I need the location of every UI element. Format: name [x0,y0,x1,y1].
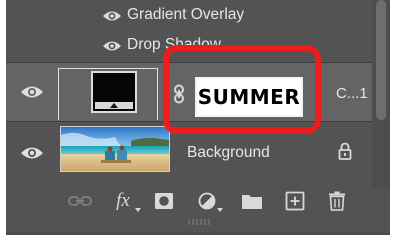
effect-label: Gradient Overlay [127,6,245,23]
beach-image [61,127,169,171]
layer-name[interactable]: Background [187,144,270,162]
eye-icon[interactable] [102,9,122,23]
caret-icon [135,208,141,212]
trash-icon[interactable] [328,190,346,212]
caret-icon [217,208,223,212]
scrollbar-thumb[interactable] [376,0,386,120]
fill-swatch [91,71,137,113]
folder-icon[interactable] [241,190,263,212]
half-circle-icon [198,192,216,210]
gradient-stop-icon [110,103,118,108]
highlight-annotation [163,45,321,134]
new-layer-icon[interactable] [285,190,305,212]
layer-name[interactable]: C...1 [336,85,368,102]
lock-icon[interactable] [338,142,352,160]
resize-grip[interactable] [188,219,212,225]
fx-label: fx [116,190,130,211]
background-thumbnail[interactable] [60,126,170,172]
eye-icon[interactable] [20,145,44,161]
add-mask-icon[interactable] [154,190,174,212]
adjustment-layer-button[interactable] [196,190,223,212]
link-layers-icon[interactable] [68,190,92,212]
effect-row-gradient-overlay[interactable]: Gradient Overlay [6,2,372,30]
fx-button[interactable]: fx [110,190,141,212]
panel-edge [6,233,390,235]
layer-thumbnail[interactable] [58,68,158,120]
eye-icon[interactable] [102,39,122,53]
eye-icon[interactable] [20,84,44,100]
